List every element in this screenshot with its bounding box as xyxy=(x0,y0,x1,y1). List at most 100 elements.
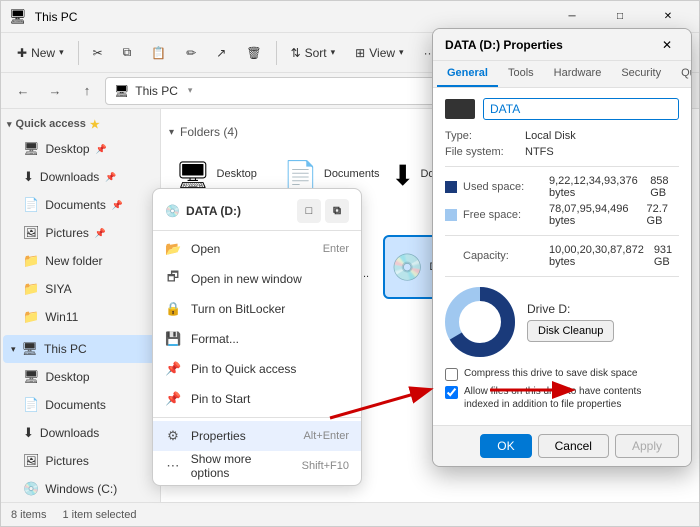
ctx-pin-start-icon: 📌 xyxy=(165,391,181,407)
back-button[interactable]: ← xyxy=(9,77,37,105)
pc-pictures-icon: 🖼 xyxy=(23,453,40,469)
type-label: Type: xyxy=(445,130,525,142)
ctx-pin-quick[interactable]: 📌 Pin to Quick access xyxy=(153,354,361,384)
dialog-body: Type: Local Disk File system: NTFS Used … xyxy=(433,88,691,425)
sidebar-item-downloads[interactable]: ⬇ Downloads 📌 xyxy=(3,163,158,191)
siya-icon: 📁 xyxy=(23,281,39,297)
compress-row: Compress this drive to save disk space xyxy=(445,367,679,381)
fs-row: File system: NTFS xyxy=(445,146,679,158)
context-menu-title: DATA (D:) xyxy=(186,204,241,218)
disk-cleanup-button[interactable]: Disk Cleanup xyxy=(527,320,614,342)
view-button[interactable]: ⊞ View ▾ xyxy=(347,37,411,69)
win11-icon: 📁 xyxy=(23,309,39,325)
sidebar-documents-label: Documents xyxy=(45,198,106,212)
fs-label: File system: xyxy=(445,146,525,158)
compress-checkbox[interactable] xyxy=(445,368,458,381)
cut-button[interactable]: ✂ xyxy=(85,37,111,69)
sidebar-new-folder-label: New folder xyxy=(45,254,102,268)
capacity-label: Capacity: xyxy=(463,250,543,262)
type-value: Local Disk xyxy=(525,130,576,142)
dialog-title: DATA (D:) Properties xyxy=(445,38,563,52)
tab-quota[interactable]: Quota xyxy=(671,61,692,87)
copy-button[interactable]: ⧉ xyxy=(115,37,140,69)
ctx-open-shortcut: Enter xyxy=(323,243,349,255)
free-space-row: Free space: 78,07,95,94,496 bytes 72.7 G… xyxy=(445,203,679,227)
rename-button[interactable]: ✏ xyxy=(178,37,204,69)
free-label: Free space: xyxy=(463,209,543,221)
ctx-open-new[interactable]: 🗗 Open in new window xyxy=(153,264,361,294)
ctx-bitlocker-label: Turn on BitLocker xyxy=(191,302,285,316)
ctx-divider-2 xyxy=(153,417,361,418)
ctx-bitlocker-icon: 🔒 xyxy=(165,301,181,317)
quick-access-title: Quick access xyxy=(16,118,86,130)
index-checkbox[interactable] xyxy=(445,386,458,399)
sidebar-item-desktop[interactable]: 🖥 Desktop 📌 xyxy=(3,135,158,163)
new-button[interactable]: ✚ New ▾ xyxy=(9,37,72,69)
share-button[interactable]: ↗ xyxy=(208,37,234,69)
sidebar-pc-windows[interactable]: 💿 Windows (C:) xyxy=(3,475,158,502)
dialog-close-button[interactable]: ✕ xyxy=(655,33,679,57)
context-menu-drive-icon: 💿 xyxy=(165,204,180,218)
sidebar-item-pictures[interactable]: 🖼 Pictures 📌 xyxy=(3,219,158,247)
drive-name-input[interactable] xyxy=(483,98,679,120)
ctx-pin-start[interactable]: 📌 Pin to Start xyxy=(153,384,361,414)
ctx-properties-shortcut: Alt+Enter xyxy=(303,430,349,442)
delete-button[interactable]: 🗑 xyxy=(238,37,269,69)
up-button[interactable]: ↑ xyxy=(73,77,101,105)
folders-chevron: ▾ xyxy=(169,127,174,138)
this-pc-label: This PC xyxy=(44,342,87,356)
ctx-pin-quick-icon: 📌 xyxy=(165,361,181,377)
compress-label: Compress this drive to save disk space xyxy=(464,367,637,380)
context-menu-copy-icon-btn[interactable]: □ xyxy=(297,199,321,223)
index-row: Allow files on this drive to have conten… xyxy=(445,385,679,411)
used-gb: 858 GB xyxy=(650,175,679,199)
sidebar-pc-documents[interactable]: 📄 Documents xyxy=(3,391,158,419)
capacity-color-box xyxy=(445,250,457,262)
ctx-open[interactable]: 📂 Open Enter xyxy=(153,234,361,264)
tab-general[interactable]: General xyxy=(437,61,498,87)
ok-button[interactable]: OK xyxy=(480,434,531,458)
sidebar-item-this-pc[interactable]: ▾ 🖥 This PC xyxy=(3,335,158,363)
context-menu-header-icons: □ ⧉ xyxy=(297,199,349,223)
sidebar-pc-desktop[interactable]: 🖥 Desktop xyxy=(3,363,158,391)
sidebar-item-documents[interactable]: 📄 Documents 📌 xyxy=(3,191,158,219)
donut-info-block: Drive D: Disk Cleanup xyxy=(527,302,614,342)
ctx-format[interactable]: 💾 Format... xyxy=(153,324,361,354)
sidebar-pictures-label: Pictures xyxy=(46,226,89,240)
dialog-footer: OK Cancel Apply xyxy=(433,425,691,466)
apply-button[interactable]: Apply xyxy=(615,434,679,458)
free-gb: 72.7 GB xyxy=(647,203,679,227)
delete-icon: 🗑 xyxy=(246,46,261,60)
sidebar-pc-downloads[interactable]: ⬇ Downloads xyxy=(3,419,158,447)
sidebar-pc-pictures[interactable]: 🖼 Pictures xyxy=(3,447,158,475)
pin-icon-pictures: 📌 xyxy=(95,228,106,239)
used-label: Used space: xyxy=(463,181,543,193)
sidebar-item-win11[interactable]: 📁 Win11 xyxy=(3,303,158,331)
sort-button[interactable]: ⇅ Sort ▾ xyxy=(283,37,344,69)
ctx-properties[interactable]: ⚙ Properties Alt+Enter xyxy=(153,421,361,451)
paste-button[interactable]: 📋 xyxy=(143,37,174,69)
statusbar: 8 items 1 item selected xyxy=(1,502,699,526)
drive-name-row xyxy=(445,98,679,120)
free-color-box xyxy=(445,209,457,221)
ctx-format-label: Format... xyxy=(191,332,239,346)
context-menu-header: 💿 DATA (D:) □ ⧉ xyxy=(153,193,361,227)
tab-security[interactable]: Security xyxy=(611,61,671,87)
donut-section: Drive D: Disk Cleanup xyxy=(445,287,679,357)
properties-dialog: DATA (D:) Properties ✕ General Tools Har… xyxy=(432,28,692,467)
drive-label: Drive D: xyxy=(527,302,614,316)
folder-desktop-label: Desktop xyxy=(217,168,257,181)
sidebar-item-siya[interactable]: 📁 SIYA xyxy=(3,275,158,303)
ctx-more[interactable]: ⋯ Show more options Shift+F10 xyxy=(153,451,361,481)
ctx-bitlocker[interactable]: 🔒 Turn on BitLocker xyxy=(153,294,361,324)
tab-hardware[interactable]: Hardware xyxy=(544,61,612,87)
forward-button[interactable]: → xyxy=(41,77,69,105)
capacity-bytes: 10,00,20,30,87,872 bytes xyxy=(549,244,644,268)
sidebar-item-new-folder[interactable]: 📁 New folder xyxy=(3,247,158,275)
chevron-down-icon: ▾ xyxy=(7,119,12,130)
tab-tools[interactable]: Tools xyxy=(498,61,544,87)
context-menu-more-icon-btn[interactable]: ⧉ xyxy=(325,199,349,223)
cancel-button[interactable]: Cancel xyxy=(538,434,609,458)
drive-name-icon xyxy=(445,99,475,119)
ctx-pin-quick-label: Pin to Quick access xyxy=(191,362,296,376)
